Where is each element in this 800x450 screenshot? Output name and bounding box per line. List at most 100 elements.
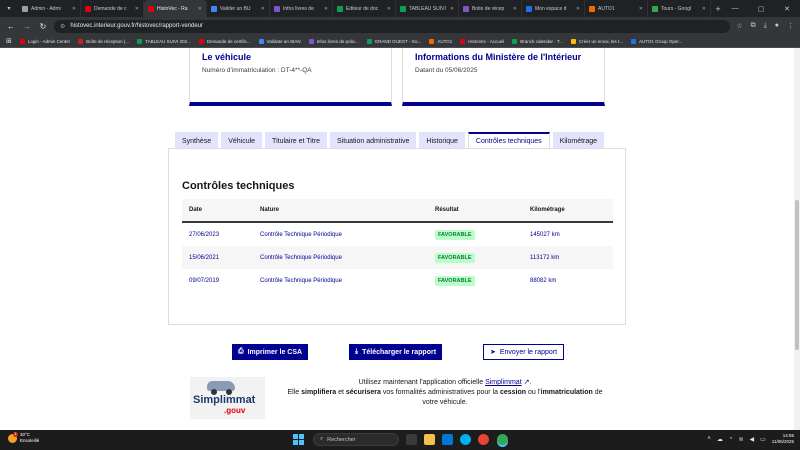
url-text: histovec.interieur.gouv.fr/histovec/rapp… (70, 23, 204, 29)
close-tab-icon[interactable]: ✕ (324, 6, 328, 12)
cloud-icon[interactable]: ☁ (717, 436, 723, 443)
simplimmat-logo[interactable]: Simplimmat .gouv (190, 377, 265, 419)
volume-icon[interactable]: ◀ (750, 436, 755, 443)
browser-tabs: Admin - Admi ✕ Demande de c ✕ HistoVec - Ra ✕… (18, 0, 711, 17)
row-nature: Contrôle Technique Périodique (260, 231, 342, 238)
weather-widget[interactable]: 1 30°C Ensoleillé (8, 431, 39, 444)
vehicle-card-title: Le véhicule (202, 52, 252, 62)
extensions-icon[interactable]: ⧉ (751, 22, 756, 30)
simplimmat-link[interactable]: Simplimmat (485, 379, 522, 386)
bookmark-item[interactable]: AUTO1 Group Oper... (630, 38, 682, 44)
close-tab-icon[interactable]: ✕ (135, 6, 139, 12)
table-row: 15/06/2021 Contrôle Technique Périodique… (182, 246, 613, 269)
site-info-icon[interactable]: ⚙ (60, 23, 65, 30)
menu-icon[interactable]: ⋮ (787, 22, 794, 30)
skype-icon[interactable] (460, 434, 471, 445)
printer-icon: ⎙ (238, 348, 244, 355)
tab-search-icon[interactable]: ▾ (0, 0, 18, 17)
back-icon[interactable]: ← (6, 22, 16, 31)
tab-2[interactable]: Titulaire et Titre (265, 132, 328, 148)
start-menu-icon[interactable] (293, 434, 304, 445)
send-report-button[interactable]: ➤ Envoyer le rapport (483, 344, 565, 360)
bookmark-item[interactable]: Boîte de réception (... (78, 38, 130, 44)
tab-6[interactable]: Kilométrage (552, 132, 605, 148)
bookmark-item[interactable]: Branch calendar - T... (512, 38, 563, 44)
ministry-card-text: Datant du 05/06/2025 (415, 67, 478, 74)
bookmark-item[interactable]: Créer un envoi, les t... (570, 38, 623, 44)
browser-tab[interactable]: Tours - Googl ✕ (648, 0, 711, 17)
browser-tab-title: Valider un BU (220, 5, 251, 12)
browser-tab[interactable]: Mon espace d ✕ (522, 0, 585, 17)
download-icon[interactable]: ⤓ (764, 22, 767, 30)
section-title: Contrôles techniques (182, 180, 295, 192)
close-tab-icon[interactable]: ✕ (387, 6, 391, 12)
tab-4[interactable]: Historique (419, 132, 465, 148)
bookmark-star-icon[interactable]: ☆ (736, 22, 742, 30)
scrollbar-thumb[interactable] (795, 200, 799, 350)
forward-icon[interactable]: → (22, 22, 32, 31)
profile-icon[interactable]: ● (775, 22, 779, 30)
bookmark-item[interactable]: GRAND OUEST - Go... (366, 38, 421, 44)
browser-tab[interactable]: Boite de récep ✕ (459, 0, 522, 17)
send-icon: ➤ (490, 349, 496, 356)
ministry-card-title: Informations du Ministère de l'Intérieur (415, 52, 582, 62)
table-row: 27/06/2023 Contrôle Technique Périodique… (182, 223, 613, 246)
browser-tab[interactable]: HistoVec - Ra ✕ (144, 0, 207, 17)
bookmark-item[interactable]: HistoVec - Accueil (460, 38, 504, 44)
bookmark-item[interactable]: Login - Admin Center (19, 38, 70, 44)
bookmark-item[interactable]: AUTO1 (429, 38, 453, 44)
network-icon[interactable]: ◔ (729, 436, 733, 442)
window-controls: — ▢ ✕ (722, 0, 800, 17)
browser-tab[interactable]: AUTO1 ✕ (585, 0, 648, 17)
browser-tab[interactable]: Admin - Admi ✕ (18, 0, 81, 17)
favicon-icon (400, 5, 406, 12)
browser-tab[interactable]: Éditeur de doc ✕ (333, 0, 396, 17)
clock[interactable]: 14:55 11/06/2025 (772, 433, 794, 445)
bookmark-item[interactable]: Infos livres de polic... (308, 38, 359, 44)
close-tab-icon[interactable]: ✕ (72, 6, 76, 12)
close-tab-icon[interactable]: ✕ (198, 6, 202, 12)
favicon-icon (460, 38, 466, 44)
tab-3[interactable]: Situation administrative (330, 132, 417, 148)
minimize-icon[interactable]: — (722, 0, 748, 17)
download-report-button[interactable]: ⤓ Télécharger le rapport (349, 344, 443, 360)
wifi-icon[interactable]: ≋ (738, 436, 743, 443)
browser-tab[interactable]: Valider un BU ✕ (207, 0, 270, 17)
bookmark-label: AUTO1 (437, 38, 453, 44)
close-tab-icon[interactable]: ✕ (639, 6, 643, 12)
task-view-icon[interactable] (406, 434, 417, 445)
bookmark-item[interactable]: TABLEAU SUIVI 202... (137, 38, 191, 44)
chevron-up-icon[interactable]: ˄ (707, 436, 711, 442)
browser-tab[interactable]: TABLEAU SUIVI ✕ (396, 0, 459, 17)
close-tab-icon[interactable]: ✕ (261, 6, 265, 12)
browser-tab[interactable]: Infos livres de ✕ (270, 0, 333, 17)
tab-1[interactable]: Véhicule (221, 132, 263, 148)
promo-line1: Utilisez maintenant l'application offici… (358, 379, 484, 386)
tab-0[interactable]: Synthèse (175, 132, 219, 148)
maximize-icon[interactable]: ▢ (748, 0, 774, 17)
battery-icon[interactable]: ▭ (760, 436, 766, 443)
chrome-active-icon[interactable] (497, 434, 508, 445)
browser-tab[interactable]: Demande de c ✕ (81, 0, 144, 17)
close-tab-icon[interactable]: ✕ (576, 6, 580, 12)
bookmark-label: Boîte de réception (... (86, 38, 130, 44)
favicon-icon (308, 38, 314, 44)
close-tab-icon[interactable]: ✕ (450, 6, 454, 12)
file-explorer-icon[interactable] (424, 434, 435, 445)
close-window-icon[interactable]: ✕ (774, 0, 800, 17)
browser-tabstrip: ▾ Admin - Admi ✕ Demande de c ✕ HistoVec - R… (0, 0, 800, 17)
url-field[interactable]: ⚙ histovec.interieur.gouv.fr/histovec/ra… (54, 19, 731, 33)
reload-icon[interactable]: ↻ (38, 22, 48, 31)
close-tab-icon[interactable]: ✕ (513, 6, 517, 12)
bookmark-label: Infos livres de polic... (316, 38, 359, 44)
print-csa-button[interactable]: ⎙ Imprimer le CSA (232, 344, 309, 360)
bookmark-item[interactable]: Validate an IBAN (258, 38, 301, 44)
bookmark-item[interactable]: Demande de certific... (198, 38, 251, 44)
vehicle-card: Le véhicule Numéro d'immatriculation : D… (189, 48, 392, 106)
mail-icon[interactable] (442, 434, 453, 445)
taskbar-search-input[interactable]: ⌕ Rechercher (313, 433, 399, 446)
close-tab-icon[interactable]: ✕ (702, 6, 706, 12)
chrome-icon[interactable] (478, 434, 489, 445)
tab-5[interactable]: Contrôles techniques (467, 132, 550, 148)
apps-icon[interactable]: ⊞ (6, 37, 12, 45)
